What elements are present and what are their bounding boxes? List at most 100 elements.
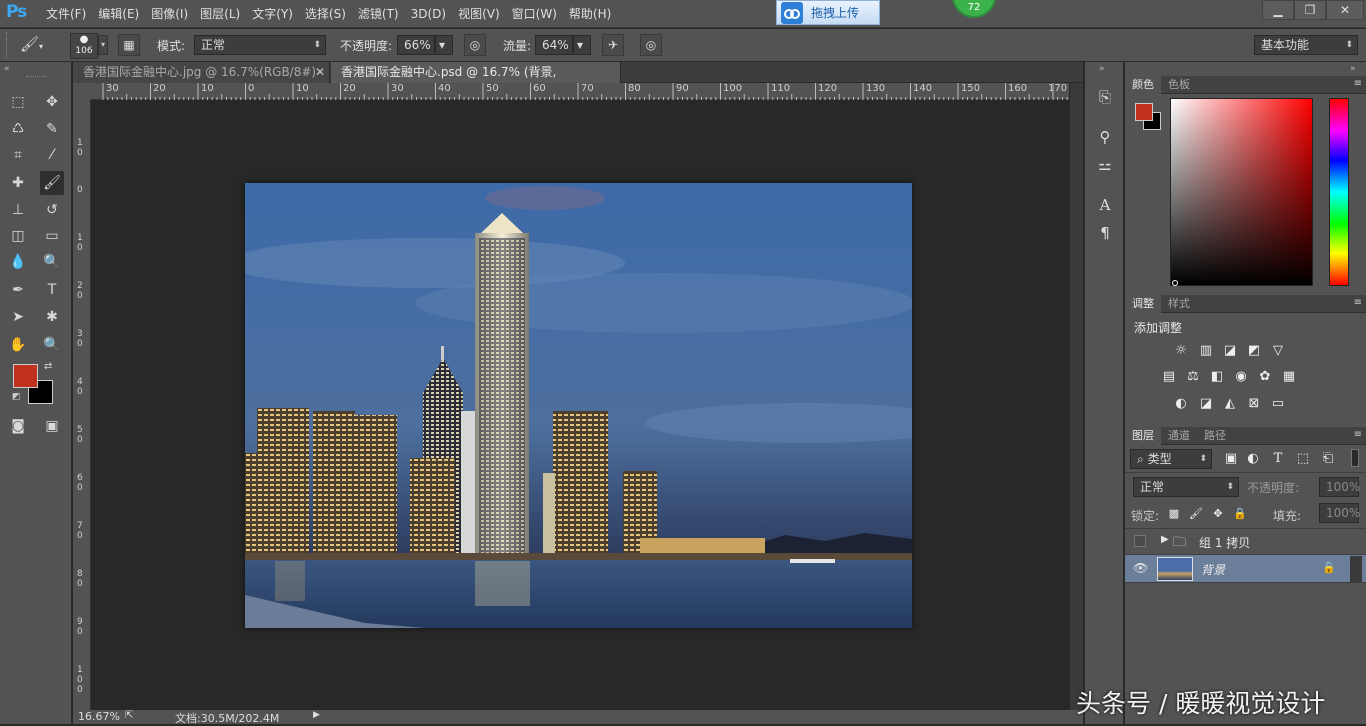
expand-arrow-icon[interactable]: ▶ xyxy=(1161,534,1169,545)
hand-tool-icon[interactable]: ✋ xyxy=(6,333,30,357)
menu-type[interactable]: 文字(Y) xyxy=(246,0,299,28)
path-select-tool-icon[interactable]: ➤ xyxy=(6,305,30,329)
zoom-level[interactable]: 16.67% xyxy=(78,710,120,723)
close-button[interactable]: ✕ xyxy=(1326,0,1364,20)
flow-input[interactable]: 64% xyxy=(535,35,573,55)
tab-styles[interactable]: 样式 xyxy=(1161,295,1197,313)
menu-file[interactable]: 文件(F) xyxy=(40,0,92,28)
filter-smart-object-icon[interactable]: ⎗ xyxy=(1319,450,1337,468)
workspace-select[interactable]: 基本功能 ⬍ xyxy=(1254,35,1358,55)
upload-button[interactable]: 拖拽上传 xyxy=(776,0,880,25)
screen-mode-icon[interactable]: ▣ xyxy=(40,414,64,438)
pressure-size-icon[interactable]: ◎ xyxy=(640,34,662,56)
filter-adjustment-icon[interactable]: ◐ xyxy=(1244,450,1262,468)
export-icon[interactable]: ⇱ xyxy=(125,710,133,721)
shape-tool-icon[interactable]: ✱ xyxy=(40,305,64,329)
brush-size-dropdown[interactable]: ▾ xyxy=(98,35,108,55)
opacity-input[interactable]: 66% xyxy=(397,35,435,55)
brush-tool-icon[interactable]: 🖌 xyxy=(40,171,64,195)
tab-paths[interactable]: 路径 xyxy=(1197,427,1233,445)
close-icon[interactable]: ✕ xyxy=(315,62,325,83)
filter-pixel-icon[interactable]: ▣ xyxy=(1222,450,1240,468)
healing-brush-tool-icon[interactable]: ✚ xyxy=(6,171,30,195)
collapse-icon[interactable]: » xyxy=(1350,64,1356,74)
fill-input[interactable]: 100% xyxy=(1319,503,1360,523)
menu-image[interactable]: 图像(I) xyxy=(145,0,194,28)
collapse-icon[interactable]: « xyxy=(4,64,10,74)
layer-name[interactable]: 组 1 拷贝 xyxy=(1199,534,1250,551)
status-menu-icon[interactable]: ▶ xyxy=(313,710,320,720)
filter-shape-icon[interactable]: ⬚ xyxy=(1294,450,1312,468)
filter-type-icon[interactable]: T xyxy=(1269,450,1287,468)
lasso-tool-icon[interactable]: ♺ xyxy=(6,117,30,141)
restore-button[interactable]: ❐ xyxy=(1294,0,1326,20)
minimize-button[interactable]: ▁ xyxy=(1262,0,1294,20)
pen-tool-icon[interactable]: ✒ xyxy=(6,278,30,302)
eye-icon[interactable]: 👁 xyxy=(1133,561,1148,575)
type-tool-icon[interactable]: T xyxy=(40,278,64,302)
quick-mask-icon[interactable]: ◙ xyxy=(6,414,30,438)
tab-color[interactable]: 颜色 xyxy=(1125,76,1161,94)
lock-all-icon[interactable]: 🔒 xyxy=(1231,505,1249,523)
menu-3d[interactable]: 3D(D) xyxy=(405,0,452,28)
quick-select-tool-icon[interactable]: ✎ xyxy=(40,117,64,141)
tab-jpg[interactable]: 香港国际金融中心.jpg @ 16.7%(RGB/8#) ✕ xyxy=(73,62,330,83)
character-panel-icon[interactable]: A xyxy=(1095,196,1115,218)
document-image[interactable] xyxy=(245,183,912,628)
brush-presets-icon[interactable]: ⚍ xyxy=(1095,156,1115,178)
filter-toggle[interactable] xyxy=(1351,449,1359,467)
vertical-scrollbar[interactable] xyxy=(1069,83,1083,710)
lock-pixels-icon[interactable]: 🖌 xyxy=(1187,505,1205,523)
score-badge[interactable]: 72 xyxy=(952,0,996,18)
tab-layers[interactable]: 图层 xyxy=(1125,427,1161,445)
vibrance-icon[interactable]: ▽ xyxy=(1269,342,1287,360)
hue-slider[interactable] xyxy=(1329,98,1349,286)
tab-adjustments[interactable]: 调整 xyxy=(1125,295,1161,313)
gradient-map-icon[interactable]: ▭ xyxy=(1269,395,1287,413)
layer-name[interactable]: 背景 xyxy=(1201,561,1225,578)
flow-dropdown[interactable]: ▾ xyxy=(573,35,591,55)
brush-panel-toggle-icon[interactable]: ▦ xyxy=(118,34,140,56)
move-tool-icon[interactable]: ✥ xyxy=(40,90,64,114)
posterize-icon[interactable]: ◪ xyxy=(1197,395,1215,413)
history-brush-tool-icon[interactable]: ↺ xyxy=(40,198,64,222)
menu-layer[interactable]: 图层(L) xyxy=(194,0,246,28)
menu-filter[interactable]: 滤镜(T) xyxy=(352,0,405,28)
menu-window[interactable]: 窗口(W) xyxy=(506,0,563,28)
pressure-opacity-icon[interactable]: ◎ xyxy=(464,34,486,56)
color-picker-field[interactable] xyxy=(1170,98,1313,286)
clone-stamp-tool-icon[interactable]: ⊥ xyxy=(6,198,30,222)
color-lookup-icon[interactable]: ▦ xyxy=(1280,368,1298,386)
tab-psd[interactable]: 香港国际金融中心.psd @ 16.7% (背景, RGB/8#)✕ xyxy=(331,62,621,100)
airbrush-icon[interactable]: ✈ xyxy=(602,34,624,56)
history-panel-icon[interactable]: ⎘ xyxy=(1095,88,1115,110)
tab-swatches[interactable]: 色板 xyxy=(1161,76,1197,94)
layers-scrollbar[interactable] xyxy=(1350,556,1362,582)
photo-filter-icon[interactable]: ◉ xyxy=(1232,368,1250,386)
collapse-icon[interactable]: » xyxy=(1099,64,1105,74)
hue-saturation-icon[interactable]: ▤ xyxy=(1160,368,1178,386)
brightness-contrast-icon[interactable]: ☼ xyxy=(1172,342,1190,360)
lock-transparent-icon[interactable]: ▩ xyxy=(1165,505,1183,523)
crop-tool-icon[interactable]: ⌗ xyxy=(6,143,30,167)
menu-view[interactable]: 视图(V) xyxy=(452,0,506,28)
default-colors-icon[interactable]: ◩ xyxy=(12,392,21,402)
exposure-icon[interactable]: ◩ xyxy=(1245,342,1263,360)
layer-row-group[interactable]: ▶ 🗀 组 1 拷贝 xyxy=(1125,529,1366,555)
layer-opacity-input[interactable]: 100% xyxy=(1319,477,1360,497)
brush-panel-icon[interactable]: ⚲ xyxy=(1095,128,1115,150)
black-white-icon[interactable]: ◧ xyxy=(1208,368,1226,386)
menu-help[interactable]: 帮助(H) xyxy=(563,0,617,28)
gradient-tool-icon[interactable]: ▭ xyxy=(40,224,64,248)
dodge-tool-icon[interactable]: 🔍 xyxy=(40,250,64,274)
curves-icon[interactable]: ◪ xyxy=(1221,342,1239,360)
marquee-tool-icon[interactable]: ⬚ xyxy=(6,90,30,114)
tab-channels[interactable]: 通道 xyxy=(1161,427,1197,445)
swap-colors-icon[interactable]: ⇄ xyxy=(44,361,52,372)
threshold-icon[interactable]: ◭ xyxy=(1221,395,1239,413)
panel-menu-icon[interactable]: ≡ xyxy=(1354,429,1362,440)
menu-edit[interactable]: 编辑(E) xyxy=(92,0,145,28)
eraser-tool-icon[interactable]: ◫ xyxy=(6,224,30,248)
visibility-toggle[interactable] xyxy=(1134,535,1146,547)
color-fg-swatch[interactable] xyxy=(1135,103,1153,121)
